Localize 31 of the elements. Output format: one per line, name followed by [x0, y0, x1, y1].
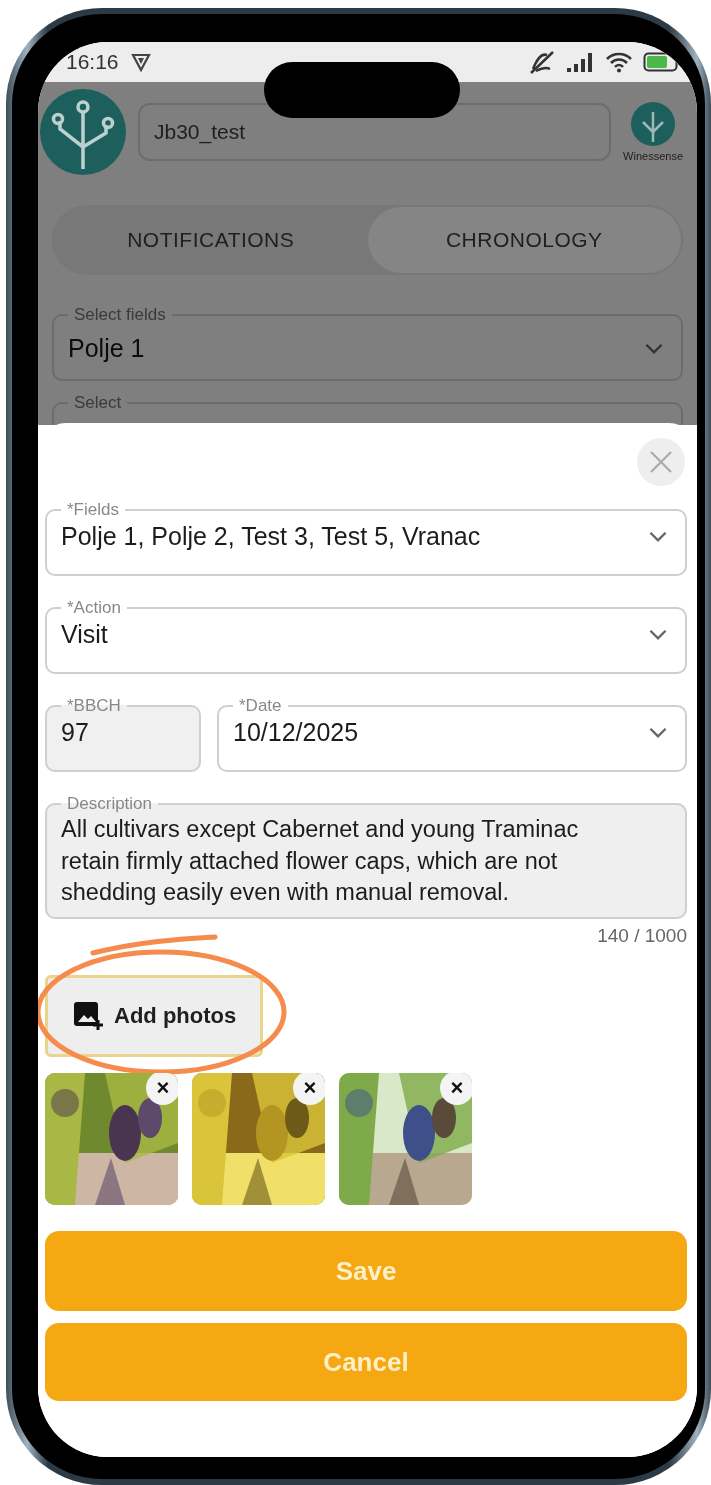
- field-value: 97: [61, 717, 90, 748]
- description-field[interactable]: Description All cultivars except Cabernet and young Traminac retain firmly attached flower caps, which are not shedding easily even with manual removal.: [45, 794, 687, 920]
- field-value: All cultivars except Cabernet and young Traminac retain firmly attached flower caps, which are not shedding easily even with manual removal.: [61, 815, 580, 908]
- brand-name: Winessense: [623, 150, 683, 162]
- tab[interactable]: CHRONOLOGY: [367, 207, 681, 273]
- field-label: Description: [66, 794, 154, 814]
- field-value: 10/12/2025: [233, 717, 360, 748]
- field-value: Visit: [61, 619, 109, 650]
- wifi-icon: [605, 51, 633, 73]
- character-counter: 140 / 1000: [597, 925, 687, 948]
- status-time: 16:16: [66, 50, 119, 74]
- account-field[interactable]: Jb30_test: [138, 103, 612, 161]
- tree-logo-icon: [631, 102, 676, 146]
- field-label: *Date: [238, 696, 283, 716]
- select-field[interactable]: *Date 10/12/2025: [217, 696, 687, 772]
- field-label: *BBCH: [66, 696, 122, 716]
- select-field[interactable]: Select fields Polje 1: [52, 305, 683, 381]
- tab[interactable]: NOTIFICATIONS: [54, 207, 368, 273]
- add-image-icon: [72, 1000, 104, 1033]
- field-label: *Action: [66, 598, 122, 618]
- field-value: Polje 1, Polje 2, Test 3, Test 5, Vranac: [61, 521, 482, 552]
- tree-logo-icon[interactable]: [40, 89, 126, 175]
- field-value: Polje 1: [68, 333, 146, 363]
- add-photos-button[interactable]: Add photos: [45, 975, 264, 1058]
- select-field[interactable]: *Action Visit: [45, 598, 687, 674]
- field-label: *Fields: [66, 500, 120, 520]
- signal-icon: [567, 52, 595, 72]
- field-label: Select fields: [73, 305, 167, 325]
- close-icon: [648, 449, 674, 475]
- select-field[interactable]: *Fields Polje 1, Polje 2, Test 3, Test 5, Vranac: [45, 500, 687, 576]
- field-label: Select: [73, 393, 123, 413]
